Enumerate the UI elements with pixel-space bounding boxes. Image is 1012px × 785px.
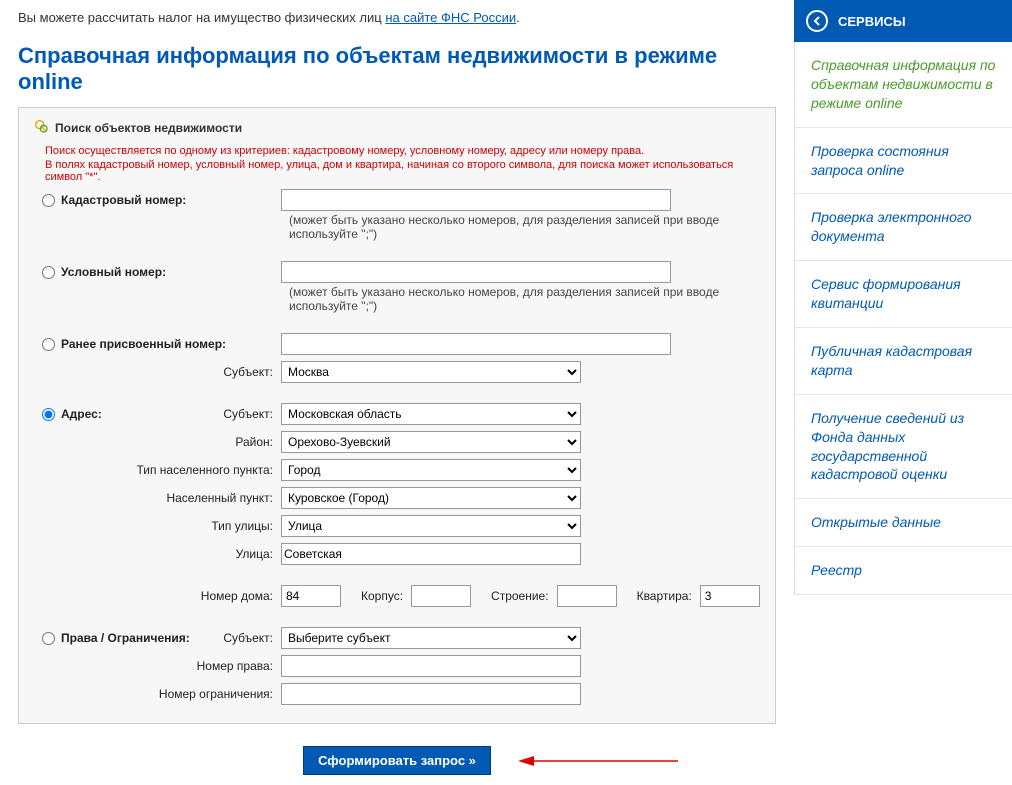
sidebar-header-text: СЕРВИСЫ <box>838 14 906 29</box>
sidebar-item-0[interactable]: Справочная информация по объектам недвиж… <box>795 42 1012 128</box>
input-previous[interactable] <box>281 333 671 355</box>
label-korpus: Корпус: <box>349 589 403 603</box>
sidebar-item-1[interactable]: Проверка состояния запроса online <box>795 128 1012 195</box>
sidebar-item-6[interactable]: Открытые данные <box>795 499 1012 547</box>
label-settlement: Населенный пункт: <box>61 491 281 505</box>
sidebar-item-2[interactable]: Проверка электронного документа <box>795 194 1012 261</box>
radio-rights[interactable] <box>42 632 55 645</box>
input-building[interactable] <box>557 585 617 607</box>
radio-previous[interactable] <box>42 338 55 351</box>
select-district[interactable]: Орехово-Зуевский <box>281 431 581 453</box>
select-addr-subject[interactable]: Московская область <box>281 403 581 425</box>
sidebar-item-7[interactable]: Реестр <box>795 547 1012 595</box>
back-icon[interactable] <box>806 10 828 32</box>
radio-conditional[interactable] <box>42 266 55 279</box>
label-right-no: Номер права: <box>61 659 281 673</box>
intro-text: Вы можете рассчитать налог на имущество … <box>18 10 776 25</box>
label-building: Строение: <box>479 589 549 603</box>
sidebar: СЕРВИСЫ Справочная информация по объекта… <box>794 0 1012 785</box>
select-prev-subject[interactable]: Москва <box>281 361 581 383</box>
sidebar-item-5[interactable]: Получение сведений из Фонда данных госуд… <box>795 395 1012 500</box>
intro-suffix: . <box>516 10 520 25</box>
input-apartment[interactable] <box>700 585 760 607</box>
input-street[interactable] <box>281 543 581 565</box>
label-limitation-no: Номер ограничения: <box>61 687 281 701</box>
intro-prefix: Вы можете рассчитать налог на имущество … <box>18 10 385 25</box>
select-settlement[interactable]: Куровское (Город) <box>281 487 581 509</box>
page-title: Справочная информация по объектам недвиж… <box>18 43 776 95</box>
submit-button[interactable]: Сформировать запрос » <box>303 746 491 775</box>
select-rights-subject[interactable]: Выберите субъект <box>281 627 581 649</box>
panel-header-text: Поиск объектов недвижимости <box>55 121 242 135</box>
sidebar-item-4[interactable]: Публичная кадастровая карта <box>795 328 1012 395</box>
sidebar-item-3[interactable]: Сервис формирования квитанции <box>795 261 1012 328</box>
help-conditional: (может быть указано несколько номеров, д… <box>289 285 761 313</box>
radio-address[interactable] <box>42 408 55 421</box>
hint-line-2: В полях кадастровый номер, условный номе… <box>45 159 761 183</box>
label-previous: Ранее присвоенный номер: <box>61 337 281 351</box>
label-rights-subject: Субъект: <box>223 631 273 645</box>
sidebar-header[interactable]: СЕРВИСЫ <box>794 0 1012 42</box>
label-prev-subject: Субъект: <box>61 365 281 379</box>
radio-cadastral[interactable] <box>42 194 55 207</box>
select-settlement-type[interactable]: Город <box>281 459 581 481</box>
label-rights: Права / Ограничения: <box>61 631 190 645</box>
hint-line-1: Поиск осуществляется по одному из критер… <box>45 145 761 157</box>
label-address: Адрес: <box>61 407 102 421</box>
label-street: Улица: <box>61 547 281 561</box>
input-conditional[interactable] <box>281 261 671 283</box>
sidebar-list: Справочная информация по объектам недвиж… <box>794 42 1012 595</box>
label-district: Район: <box>61 435 281 449</box>
label-street-type: Тип улицы: <box>61 519 281 533</box>
label-apartment: Квартира: <box>625 589 692 603</box>
label-addr-subject: Субъект: <box>223 407 273 421</box>
label-house: Номер дома: <box>61 589 281 603</box>
input-limitation-no[interactable] <box>281 683 581 705</box>
arrow-icon <box>518 751 678 771</box>
input-house[interactable] <box>281 585 341 607</box>
help-cadastral: (может быть указано несколько номеров, д… <box>289 213 761 241</box>
search-panel: Поиск объектов недвижимости Поиск осущес… <box>18 107 776 724</box>
search-icon <box>33 118 49 137</box>
intro-link[interactable]: на сайте ФНС России <box>385 10 516 25</box>
input-right-no[interactable] <box>281 655 581 677</box>
input-korpus[interactable] <box>411 585 471 607</box>
label-conditional: Условный номер: <box>61 265 281 279</box>
select-street-type[interactable]: Улица <box>281 515 581 537</box>
label-settlement-type: Тип населенного пункта: <box>61 463 281 477</box>
panel-header: Поиск объектов недвижимости <box>33 118 761 137</box>
input-cadastral[interactable] <box>281 189 671 211</box>
label-cadastral: Кадастровый номер: <box>61 193 281 207</box>
